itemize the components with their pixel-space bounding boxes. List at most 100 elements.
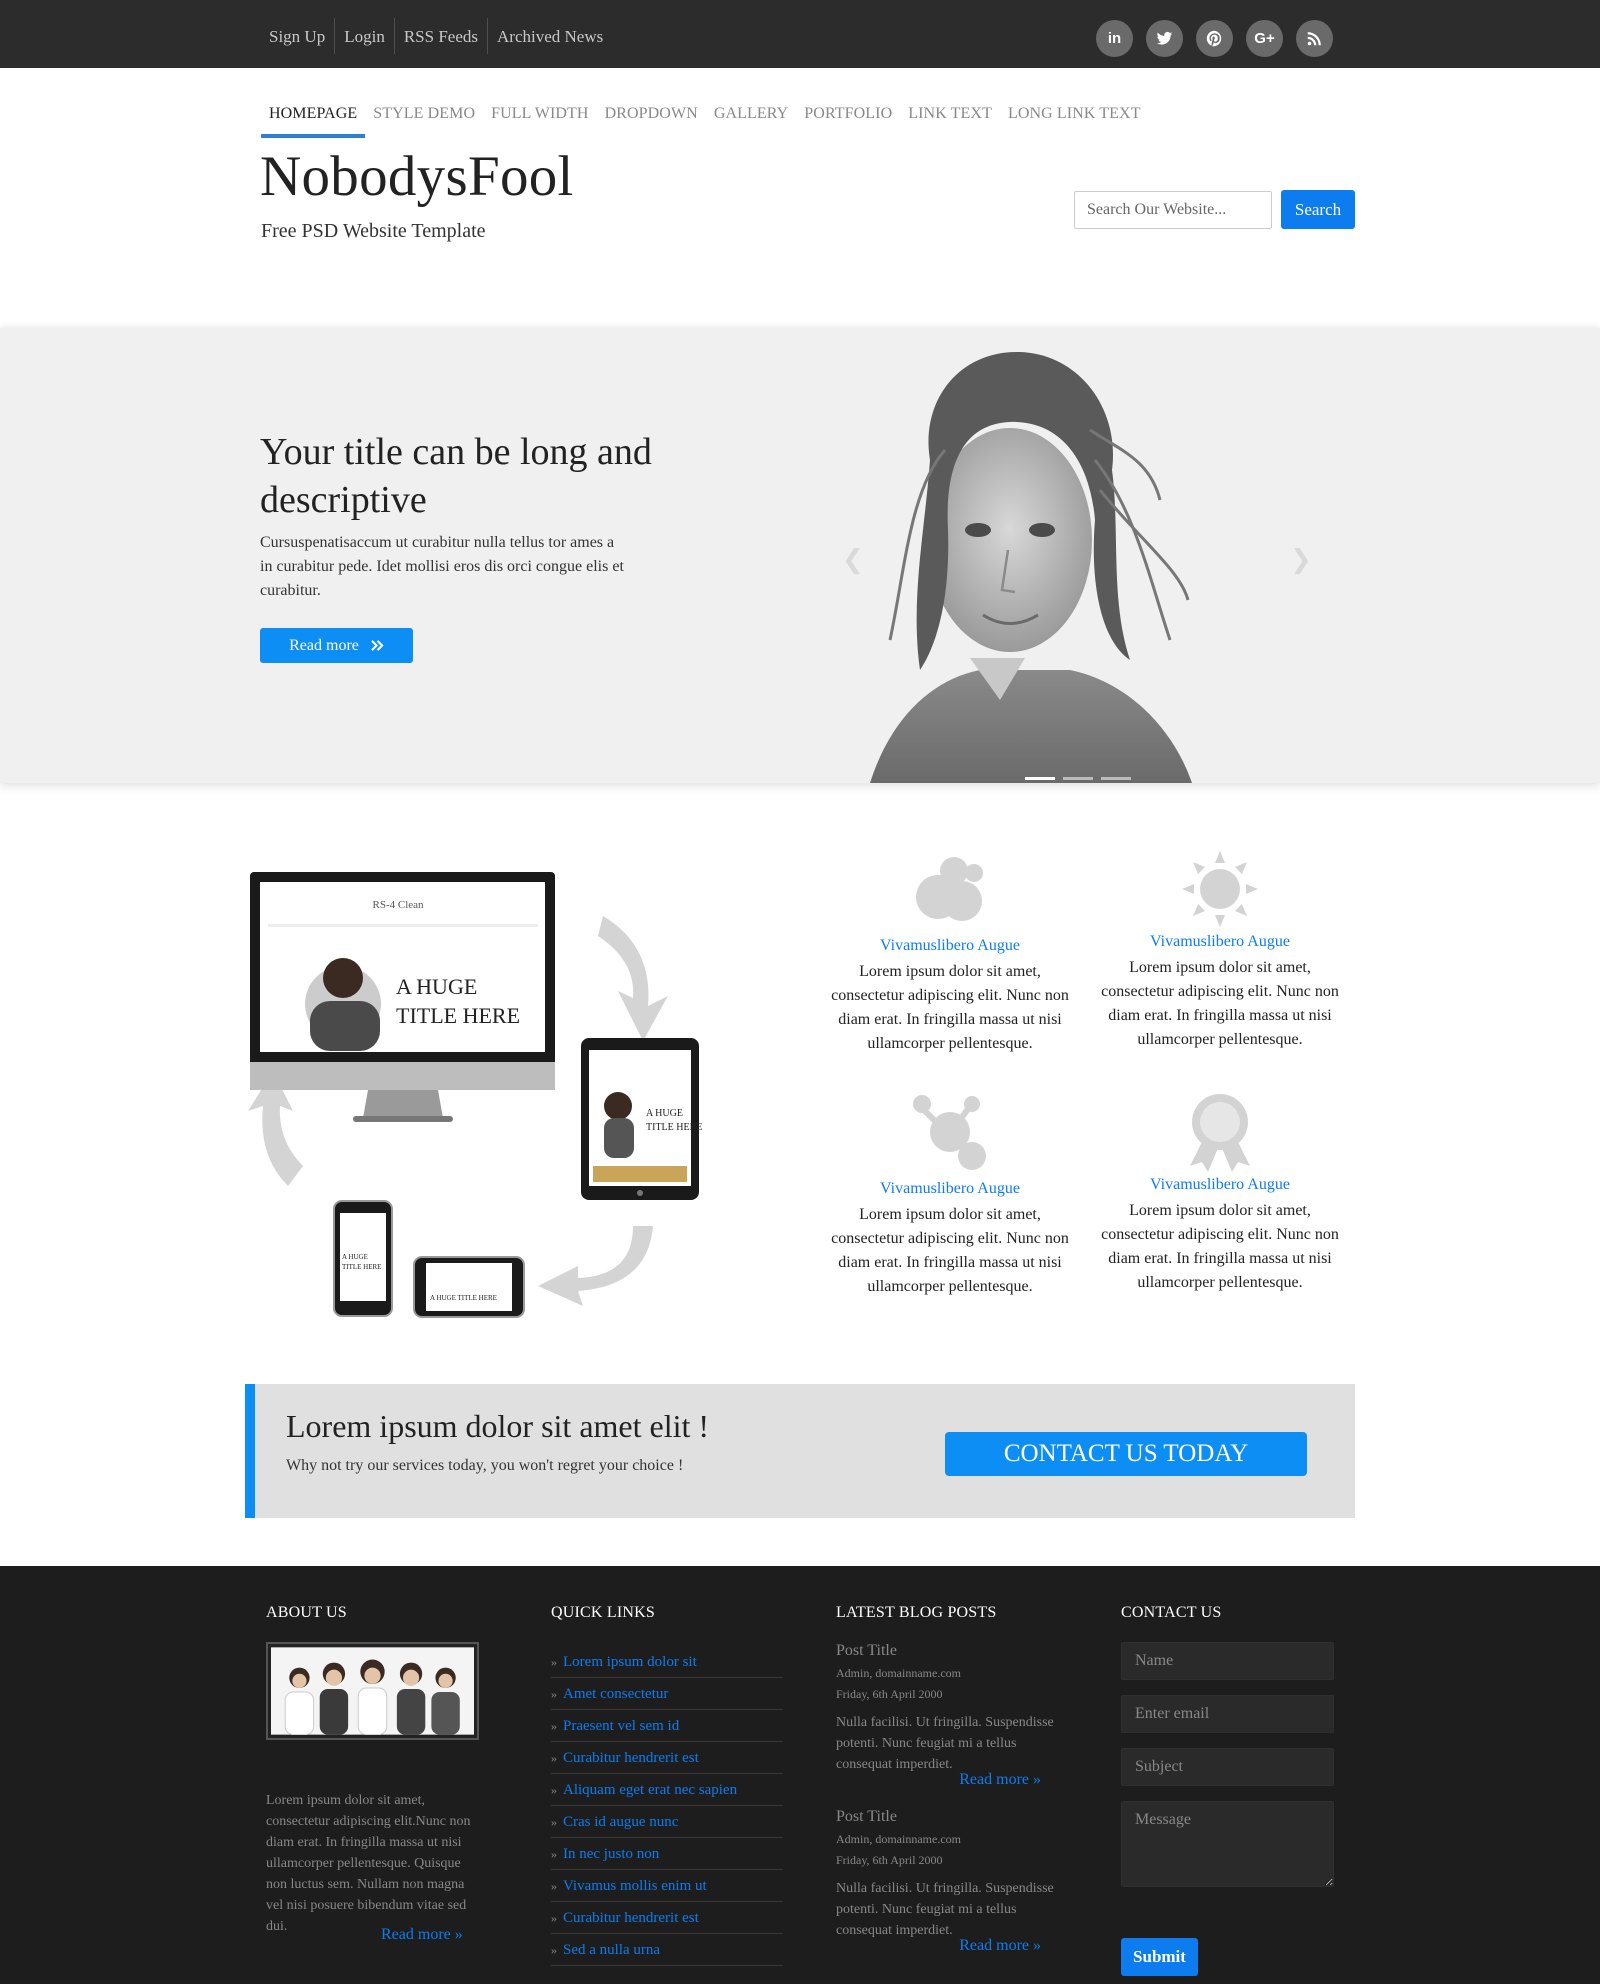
bullet: » (551, 1815, 557, 1829)
nav-full-width[interactable]: FULL WIDTH (483, 100, 596, 138)
footer: ABOUT US Lorem ipsum dolor sit amet, con… (0, 1566, 1600, 1984)
slider-dot-2[interactable] (1063, 777, 1093, 780)
feature-3: Vivamuslibero Augue Lorem ipsum dolor si… (824, 1092, 1076, 1299)
nav-long-link-text[interactable]: LONG LINK TEXT (1000, 100, 1149, 138)
feature-text: Lorem ipsum dolor sit amet, consectetur … (1101, 959, 1339, 1048)
hero-portrait-image (870, 351, 1192, 783)
list-item: » Aliquam eget erat nec sapien (551, 1774, 783, 1806)
quick-link[interactable]: Vivamus mollis enim ut (563, 1878, 707, 1894)
site-tagline: Free PSD Website Template (261, 220, 486, 242)
nav-dropdown[interactable]: DROPDOWN (597, 100, 706, 138)
molecule-icon (913, 1095, 986, 1170)
email-field[interactable] (1121, 1695, 1334, 1733)
quick-link[interactable]: Praesent vel sem id (563, 1718, 679, 1734)
post-author: Admin, domainname.com (836, 1666, 961, 1680)
search-input[interactable] (1074, 191, 1272, 229)
quick-link[interactable]: Aliquam eget erat nec sapien (563, 1782, 737, 1798)
list-item: » Curabitur hendrerit est (551, 1902, 783, 1934)
blog-post: Post Title Admin, domainname.com Friday,… (836, 1642, 1066, 1789)
quick-link[interactable]: Lorem ipsum dolor sit (563, 1654, 697, 1670)
social-icons: in G+ (1096, 20, 1333, 57)
quick-link[interactable]: In nec justo non (563, 1846, 659, 1862)
name-field[interactable] (1121, 1642, 1334, 1680)
post-title[interactable]: Post Title (836, 1642, 1066, 1660)
phone-landscape-headline: A HUGE TITLE HERE (430, 1294, 497, 1302)
hero-button-label: Read more (289, 636, 359, 654)
responsive-devices-illustration: RS-4 Clean A HUGE TITLE HERE A HUGE TITL… (248, 872, 702, 1318)
linkedin-icon[interactable]: in (1096, 20, 1133, 57)
double-chevron-right-icon (371, 640, 384, 651)
hero-read-more-button[interactable]: Read more (260, 628, 413, 663)
search-button[interactable]: Search (1281, 190, 1355, 229)
slider-dot-3[interactable] (1101, 777, 1131, 780)
feature-text: Lorem ipsum dolor sit amet, consectetur … (831, 963, 1069, 1052)
quick-link[interactable]: Curabitur hendrerit est (563, 1910, 699, 1926)
cta-title: Lorem ipsum dolor sit amet elit ! (286, 1408, 710, 1444)
post-excerpt: Nulla facilisi. Ut fringilla. Suspendiss… (836, 1715, 1054, 1772)
hero-slider: Your title can be long and descriptive C… (0, 328, 1600, 783)
quick-link[interactable]: Amet consectetur (563, 1686, 668, 1702)
post-title[interactable]: Post Title (836, 1808, 1066, 1826)
blog-post: Post Title Admin, domainname.com Friday,… (836, 1808, 1066, 1955)
about-read-more-link[interactable]: Read more » (381, 1926, 463, 1944)
top-bar: Sign Up Login RSS Feeds Archived News in… (0, 0, 1600, 68)
nav-link-text[interactable]: LINK TEXT (900, 100, 1000, 138)
feature-title[interactable]: Vivamuslibero Augue (1094, 933, 1346, 951)
rss-icon[interactable] (1296, 20, 1333, 57)
contact-heading: CONTACT US (1121, 1604, 1222, 1621)
main-nav: HOMEPAGE STYLE DEMO FULL WIDTH DROPDOWN … (261, 100, 1149, 138)
call-to-action: Lorem ipsum dolor sit amet elit ! Why no… (245, 1384, 1355, 1518)
nav-gallery[interactable]: GALLERY (706, 100, 796, 138)
site-title[interactable]: NobodysFool (260, 144, 574, 209)
footer-contact: CONTACT US Submit (1121, 1604, 1336, 1984)
message-field[interactable] (1121, 1801, 1334, 1887)
google-plus-icon[interactable]: G+ (1246, 20, 1283, 57)
post-excerpt: Nulla facilisi. Ut fringilla. Suspendiss… (836, 1881, 1054, 1938)
feature-4: Vivamuslibero Augue Lorem ipsum dolor si… (1094, 1092, 1346, 1295)
list-item: » In nec justo non (551, 1838, 783, 1870)
feature-text: Lorem ipsum dolor sit amet, consectetur … (1101, 1202, 1339, 1291)
monitor-headline-2: TITLE HERE (396, 1003, 520, 1028)
phone-headline-2: TITLE HERE (342, 1263, 381, 1271)
feature-2: Vivamuslibero Augue Lorem ipsum dolor si… (1094, 849, 1346, 1052)
quick-link[interactable]: Curabitur hendrerit est (563, 1750, 699, 1766)
about-heading: ABOUT US (266, 1604, 347, 1621)
feature-title[interactable]: Vivamuslibero Augue (824, 937, 1076, 955)
post-date: Friday, 6th April 2000 (836, 1687, 943, 1701)
bullet: » (551, 1847, 557, 1861)
nav-style-demo[interactable]: STYLE DEMO (365, 100, 483, 138)
twitter-icon[interactable] (1146, 20, 1183, 57)
footer-blog: LATEST BLOG POSTS Post Title Admin, doma… (836, 1604, 1068, 1964)
slider-dots (1025, 777, 1131, 780)
hero-title: Your title can be long and descriptive (260, 431, 652, 521)
contact-us-today-button[interactable]: CONTACT US TODAY (945, 1432, 1307, 1476)
signup-link[interactable]: Sign Up (261, 18, 334, 54)
nav-homepage[interactable]: HOMEPAGE (261, 100, 366, 138)
tablet-headline-2: TITLE HERE (646, 1122, 702, 1133)
feature-title[interactable]: Vivamuslibero Augue (1094, 1176, 1346, 1194)
submit-button[interactable]: Submit (1121, 1938, 1198, 1976)
post-date: Friday, 6th April 2000 (836, 1853, 943, 1867)
slider-prev-icon[interactable]: ❮ (842, 545, 864, 575)
rss-feeds-link[interactable]: RSS Feeds (393, 18, 487, 54)
subject-field[interactable] (1121, 1748, 1334, 1786)
bullet: » (551, 1719, 557, 1733)
bullet: » (551, 1943, 557, 1957)
nav-portfolio[interactable]: PORTFOLIO (796, 100, 900, 138)
hero-text: Cursuspenatisaccum ut curabitur nulla te… (260, 534, 624, 599)
quick-link[interactable]: Cras id augue nunc (563, 1814, 678, 1830)
slider-next-icon[interactable]: ❯ (1290, 545, 1312, 575)
quick-link[interactable]: Sed a nulla urna (563, 1942, 660, 1958)
feature-title[interactable]: Vivamuslibero Augue (824, 1180, 1076, 1198)
tablet-headline-1: A HUGE (646, 1108, 683, 1119)
quick-links-list: » Lorem ipsum dolor sit » Amet consectetur… (551, 1646, 783, 1966)
pinterest-icon[interactable] (1196, 20, 1233, 57)
list-item: » Amet consectetur (551, 1678, 783, 1710)
archived-news-link[interactable]: Archived News (487, 18, 612, 54)
login-link[interactable]: Login (334, 18, 394, 54)
bullet: » (551, 1783, 557, 1797)
feature-text: Lorem ipsum dolor sit amet, consectetur … (831, 1206, 1069, 1295)
list-item: » Cras id augue nunc (551, 1806, 783, 1838)
award-ribbon-icon (1190, 1094, 1250, 1172)
slider-dot-1[interactable] (1025, 777, 1055, 780)
